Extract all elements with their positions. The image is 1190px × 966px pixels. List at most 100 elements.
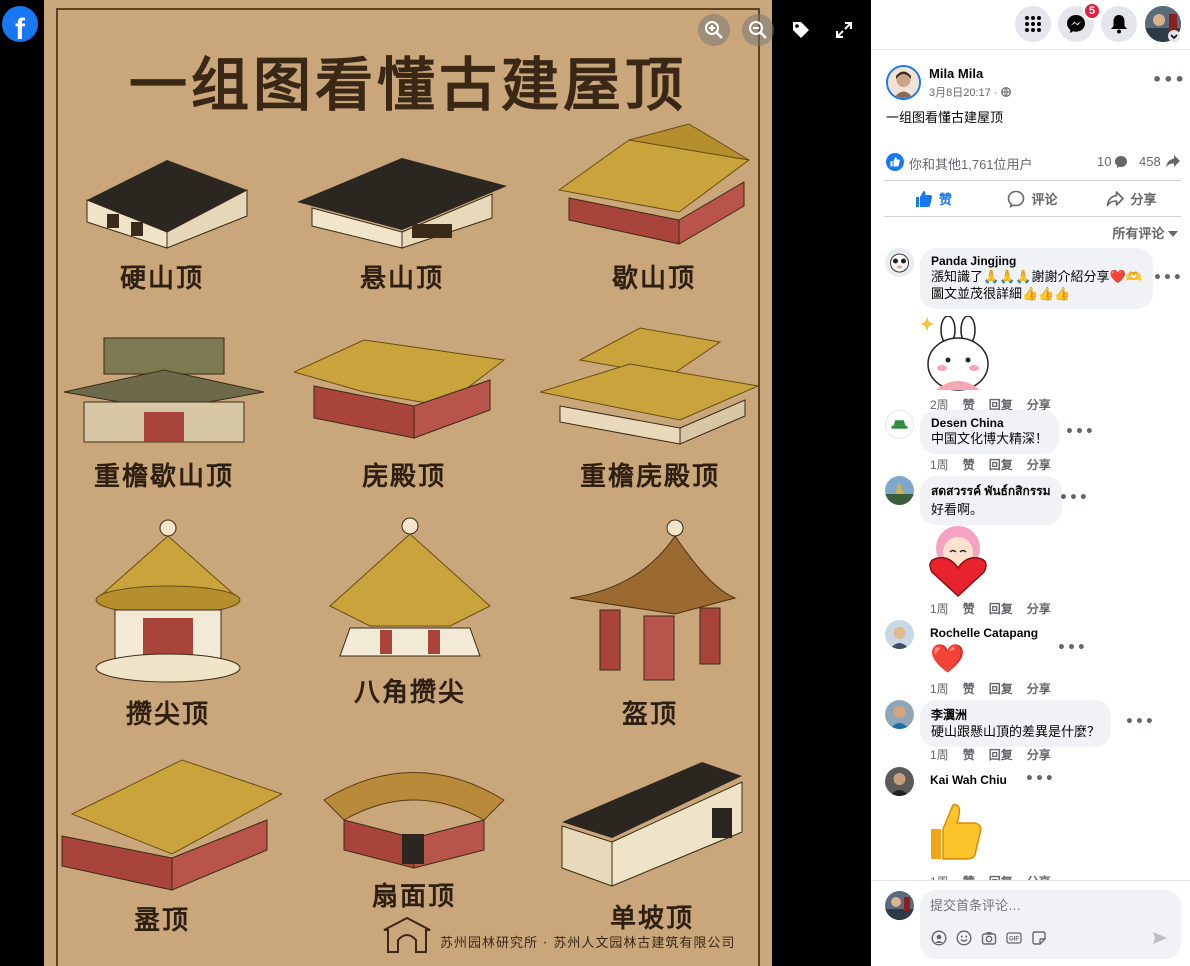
comment-input-box[interactable]: GIF <box>920 890 1181 959</box>
commenter-avatar[interactable] <box>885 476 914 505</box>
poster-title: 一组图看懂古建屋顶 <box>128 51 687 119</box>
comment-like[interactable]: 赞 <box>963 602 975 616</box>
comment-text: 圖文並茂很詳細👍👍👍 <box>931 286 1071 301</box>
commenter-name[interactable]: 李瀷洲 <box>931 706 1100 723</box>
comment-button[interactable]: 评论 <box>983 181 1082 216</box>
post-date[interactable]: 3月8日20:17 · <box>929 84 1011 100</box>
share-button[interactable]: 分享 <box>1082 181 1181 216</box>
chevron-down-icon[interactable] <box>1168 30 1180 42</box>
send-icon[interactable] <box>1152 930 1168 946</box>
building-label: 庑殿顶 <box>361 462 446 492</box>
menu-button[interactable] <box>1015 6 1051 42</box>
like-reaction-icon[interactable] <box>886 153 904 171</box>
comment-composer: GIF <box>871 880 1190 966</box>
commenter-photo-icon <box>885 620 914 649</box>
camera-icon[interactable] <box>981 930 997 946</box>
zoom-out-button[interactable] <box>742 14 774 46</box>
composer-avatar[interactable] <box>885 891 914 920</box>
wudian-illustration <box>294 339 506 439</box>
zoom-out-icon <box>749 21 767 39</box>
sticker-icon[interactable] <box>1031 930 1047 946</box>
comment-options-button[interactable]: ••• <box>1057 640 1087 656</box>
author-avatar[interactable] <box>886 65 921 100</box>
building-fan: 扇面顶 <box>304 750 524 913</box>
comment-like[interactable]: 赞 <box>963 458 975 472</box>
building-pointed: 攒尖顶 <box>58 518 278 731</box>
comment-meta: 1周赞回复分享 <box>930 602 1051 616</box>
thumbs-up-icon <box>915 190 932 207</box>
comment-share[interactable]: 分享 <box>1027 748 1051 762</box>
gif-icon[interactable]: GIF <box>1006 930 1022 946</box>
comment-text: 硬山跟懸山頂的差異是什麼？ <box>931 724 1101 739</box>
hard-gable-illustration <box>86 160 248 249</box>
comment-meta: 1周赞回复分享 <box>930 873 1051 880</box>
comment-reply[interactable]: 回复 <box>989 602 1013 616</box>
double-xieshan-illustration <box>63 337 265 443</box>
commenter-avatar[interactable] <box>885 700 914 729</box>
comment-options-button[interactable]: ••• <box>1065 424 1095 440</box>
post-caption: 一组图看懂古建屋顶 <box>886 110 1004 125</box>
messenger-icon <box>1067 15 1085 33</box>
zoom-in-icon <box>705 21 723 39</box>
commenter-avatar[interactable] <box>885 767 914 796</box>
building-label: 盔顶 <box>621 700 678 730</box>
commenter-photo-icon <box>885 476 914 505</box>
zoom-in-button[interactable] <box>698 14 730 46</box>
comment-options-button[interactable]: ••• <box>1059 490 1089 506</box>
lu-roof-illustration <box>61 759 282 891</box>
commenter-name[interactable]: Rochelle Catapang <box>930 626 1038 640</box>
comment-text: 中国文化博大精深！ <box>931 431 1049 446</box>
comment-share[interactable]: 分享 <box>1027 458 1051 472</box>
commenter-photo-icon <box>885 248 914 277</box>
building-label: 硬山顶 <box>119 264 204 294</box>
commenter-avatar[interactable] <box>885 248 914 277</box>
fullscreen-button[interactable] <box>828 14 860 46</box>
facebook-logo[interactable]: f <box>2 6 38 42</box>
emoji-icon[interactable] <box>956 930 972 946</box>
commenter-name[interactable]: Panda Jingjing <box>931 254 1142 268</box>
commenter-photo-icon <box>886 411 913 438</box>
comment-meta: 1周赞回复分享 <box>930 748 1051 762</box>
avatar-sticker-icon[interactable] <box>931 930 947 946</box>
shares-count[interactable]: 458 <box>1139 154 1161 169</box>
commenter-name[interactable]: Kai Wah Chiu <box>930 773 1007 787</box>
commenter-name[interactable]: สดสวรรค์ พันธ์กสิกรรม <box>931 482 1051 501</box>
post-author[interactable]: Mila Mila <box>929 66 983 81</box>
post-options-button[interactable]: ••• <box>1152 70 1186 89</box>
comment-options-button[interactable]: ••• <box>1125 714 1155 730</box>
single-slope-illustration <box>561 762 743 887</box>
building-octagonal: 八角攒尖 <box>300 516 520 709</box>
comment-options-button[interactable]: ••• <box>1025 771 1055 787</box>
comment-share[interactable]: 分享 <box>1027 682 1051 696</box>
comment-reply[interactable]: 回复 <box>989 748 1013 762</box>
comment-text: 漲知識了🙏🙏🙏謝謝介紹分享❤️🫶 <box>931 269 1142 284</box>
post-actions-bar: 赞 评论 分享 <box>884 180 1181 217</box>
comment-meta: 1周赞回复分享 <box>930 682 1051 696</box>
comment-reply[interactable]: 回复 <box>989 458 1013 472</box>
building-label: 单坡顶 <box>609 904 694 934</box>
building-double-wudian: 重檐庑殿顶 <box>540 320 760 493</box>
comment-input[interactable] <box>930 898 1170 913</box>
overhanging-gable-illustration <box>297 158 507 249</box>
share-icon <box>1107 190 1125 206</box>
comment-like[interactable]: 赞 <box>963 682 975 696</box>
comment-share[interactable]: 分享 <box>1027 602 1051 616</box>
comments-count[interactable]: 10 <box>1097 154 1111 169</box>
building-label: 盝顶 <box>133 906 190 936</box>
building-label: 悬山顶 <box>359 264 444 294</box>
tag-button[interactable] <box>785 14 817 46</box>
commenter-avatar[interactable] <box>885 620 914 649</box>
commenter-name[interactable]: Desen China <box>931 416 1048 430</box>
notifications-button[interactable] <box>1101 6 1137 42</box>
commenter-avatar[interactable] <box>885 410 914 439</box>
comments-list: Panda Jingjing 漲知識了🙏🙏🙏謝謝介紹分享❤️🫶 圖文並茂很詳細👍… <box>871 240 1190 880</box>
like-button[interactable]: 赞 <box>884 181 983 216</box>
comment-like[interactable]: 赞 <box>963 748 975 762</box>
building-overhanging-gable: 悬山顶 <box>292 140 512 295</box>
comment-bubble: 李瀷洲 硬山跟懸山頂的差異是什麼？ <box>920 700 1112 747</box>
reactions-summary[interactable]: 你和其他1,761位用户 <box>909 154 1033 173</box>
comment-reply[interactable]: 回复 <box>989 682 1013 696</box>
xieshan-illustration <box>557 123 751 245</box>
helmet-roof-illustration <box>569 519 737 681</box>
comment-options-button[interactable]: ••• <box>1153 270 1183 286</box>
